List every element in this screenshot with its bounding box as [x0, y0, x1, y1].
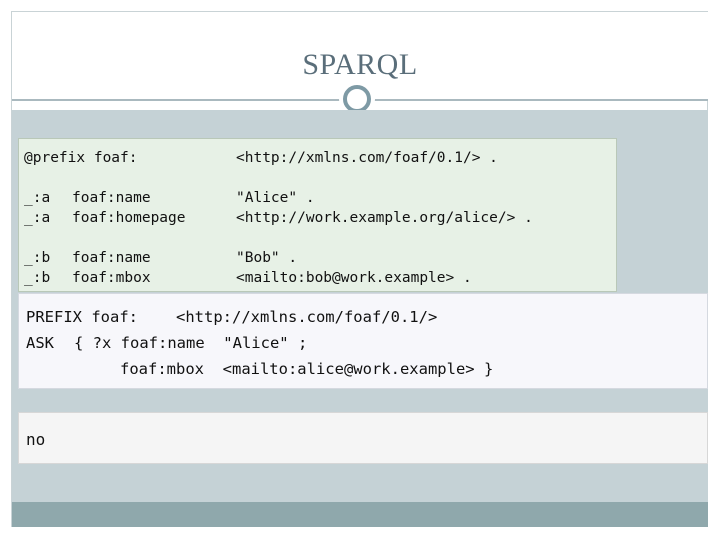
triple-object: <http://work.example.org/alice/> .	[236, 210, 533, 226]
prefix-uri: <http://xmlns.com/foaf/0.1/> .	[236, 150, 498, 166]
query-line-1: PREFIX foaf: <http://xmlns.com/foaf/0.1/>	[26, 304, 707, 330]
prefix-keyword: @prefix foaf:	[24, 150, 138, 166]
sparql-query-block: PREFIX foaf: <http://xmlns.com/foaf/0.1/>…	[18, 293, 708, 389]
triple-predicate: foaf:name	[72, 190, 151, 206]
query-result-value: no	[26, 430, 46, 449]
triple-row: _:a foaf:name "Alice" .	[24, 188, 616, 208]
query-line-2: ASK { ?x foaf:name "Alice" ;	[26, 330, 707, 356]
triple-object: "Bob" .	[236, 250, 298, 266]
triple-subject: _:b	[24, 250, 51, 266]
query-result-block: no	[18, 412, 708, 464]
prefix-line: @prefix foaf: <http://xmlns.com/foaf/0.1/…	[24, 148, 616, 168]
triple-row: _:b foaf:mbox <mailto:bob@work.example> .	[24, 268, 616, 288]
triple-object: "Alice" .	[236, 190, 315, 206]
triple-subject: _:a	[24, 190, 51, 206]
triple-predicate: foaf:homepage	[72, 210, 186, 226]
query-prefix-keyword: PREFIX foaf:	[26, 308, 138, 326]
query-ask-keyword: ASK	[26, 334, 54, 352]
query-prefix-uri: <http://xmlns.com/foaf/0.1/>	[176, 308, 438, 326]
triple-object: <mailto:bob@work.example> .	[236, 270, 472, 286]
triple-subject: _:a	[24, 210, 51, 226]
triple-predicate: foaf:mbox	[72, 270, 151, 286]
triple-row: _:a foaf:homepage <http://work.example.org…	[24, 208, 616, 228]
triple-subject: _:b	[24, 270, 51, 286]
slide-title: SPARQL	[302, 48, 418, 81]
bottom-band	[12, 502, 708, 527]
triple-predicate: foaf:name	[72, 250, 151, 266]
query-pattern-1: { ?x foaf:name "Alice" ;	[74, 334, 308, 352]
turtle-data-block: @prefix foaf: <http://xmlns.com/foaf/0.1/…	[18, 138, 617, 292]
query-line-3: foaf:mbox <mailto:alice@work.example> }	[26, 356, 707, 382]
triple-row: _:b foaf:name "Bob" .	[24, 248, 616, 268]
query-pattern-2: foaf:mbox <mailto:alice@work.example> }	[120, 360, 494, 378]
